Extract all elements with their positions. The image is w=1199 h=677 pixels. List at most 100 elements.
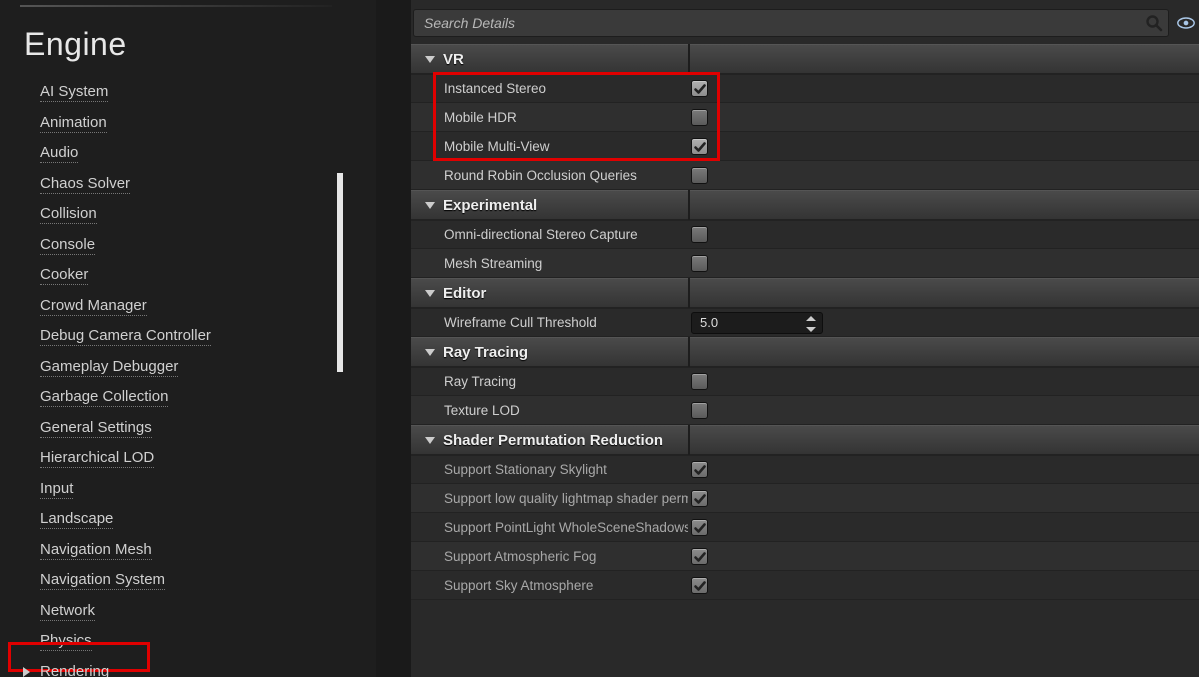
sidebar-item-audio[interactable]: Audio	[40, 138, 376, 169]
property-label: Mesh Streaming	[411, 256, 688, 271]
property-row: Support Atmospheric Fog	[411, 542, 1199, 571]
sections-scroll: VR Instanced Stereo Mobile HDR Mobile Multi…	[411, 44, 1199, 677]
section-header-editor[interactable]: Editor	[411, 278, 1199, 308]
section-header-vr[interactable]: VR	[411, 44, 1199, 74]
property-row: Wireframe Cull Threshold5.0	[411, 308, 1199, 337]
checkbox[interactable]	[691, 490, 708, 507]
sidebar-list: AI System Animation AudioChaos SolverColli…	[0, 77, 376, 671]
property-label: Support Atmospheric Fog	[411, 549, 688, 564]
sidebar-item-garbage-collection[interactable]: Garbage Collection	[40, 382, 376, 413]
property-value	[688, 138, 1199, 155]
sidebar-item-label: Physics	[40, 632, 92, 651]
checkbox[interactable]	[691, 519, 708, 536]
property-row: Ray Tracing	[411, 367, 1199, 396]
checkbox[interactable]	[691, 461, 708, 478]
sidebar-item-label: Rendering	[40, 663, 109, 677]
property-row: Support low quality lightmap shader perm…	[411, 484, 1199, 513]
property-label: Instanced Stereo	[411, 81, 688, 96]
property-value	[688, 461, 1199, 478]
sidebar-item-general-settings[interactable]: General Settings	[40, 413, 376, 444]
chevron-down-icon	[425, 56, 435, 63]
sidebar-item-ai-system[interactable]: AI System	[40, 77, 376, 108]
sidebar-item-label: Landscape	[40, 510, 113, 529]
section-title: VR	[443, 51, 464, 68]
spinner-arrows-icon[interactable]	[804, 315, 818, 333]
property-row: Support Stationary Skylight	[411, 455, 1199, 484]
sidebar-item-cooker[interactable]: Cooker	[40, 260, 376, 291]
sidebar-item-network[interactable]: Network	[40, 596, 376, 627]
sidebar-item-input[interactable]: Input	[40, 474, 376, 505]
number-input[interactable]: 5.0	[691, 312, 823, 334]
section-title: Editor	[443, 285, 486, 302]
checkbox[interactable]	[691, 402, 708, 419]
checkbox[interactable]	[691, 255, 708, 272]
sidebar-item-animation[interactable]: Animation	[40, 108, 376, 139]
property-row: Support Sky Atmosphere	[411, 571, 1199, 600]
property-label: Mobile Multi-View	[411, 139, 688, 154]
chevron-down-icon	[425, 437, 435, 444]
section-body: Instanced Stereo Mobile HDR Mobile Multi-V…	[411, 74, 1199, 190]
sidebar-item-label: Input	[40, 480, 73, 499]
property-label: Omni-directional Stereo Capture	[411, 227, 688, 242]
sidebar-item-navigation-mesh[interactable]: Navigation Mesh	[40, 535, 376, 566]
search-input[interactable]	[413, 9, 1169, 37]
property-label: Mobile HDR	[411, 110, 688, 125]
property-value: 5.0	[688, 312, 1199, 334]
section-header-ray-tracing[interactable]: Ray Tracing	[411, 337, 1199, 367]
sidebar-item-debug-camera-controller[interactable]: Debug Camera Controller	[40, 321, 376, 352]
checkbox[interactable]	[691, 167, 708, 184]
property-value	[688, 80, 1199, 97]
property-row: Instanced Stereo	[411, 74, 1199, 103]
property-value	[688, 226, 1199, 243]
property-value	[688, 255, 1199, 272]
checkbox[interactable]	[691, 109, 708, 126]
section-body: Support Stationary SkylightSupport low q…	[411, 455, 1199, 600]
sidebar-category-title: Engine	[0, 8, 376, 77]
sidebar-item-gameplay-debugger[interactable]: Gameplay Debugger	[40, 352, 376, 383]
property-label: Texture LOD	[411, 403, 688, 418]
property-value	[688, 402, 1199, 419]
property-label: Round Robin Occlusion Queries	[411, 168, 688, 183]
checkbox[interactable]	[691, 373, 708, 390]
property-label: Ray Tracing	[411, 374, 688, 389]
sidebar-divider	[20, 5, 332, 7]
property-value	[688, 109, 1199, 126]
sidebar-item-label: Console	[40, 236, 95, 255]
sidebar-item-label: Navigation System	[40, 571, 165, 590]
property-label: Wireframe Cull Threshold	[411, 315, 688, 330]
sidebar-item-label: Hierarchical LOD	[40, 449, 154, 468]
property-row: Support PointLight WholeSceneShadows	[411, 513, 1199, 542]
checkbox[interactable]	[691, 138, 708, 155]
sidebar-item-physics[interactable]: Physics	[40, 626, 376, 657]
section-body: Omni-directional Stereo Capture Mesh Stre…	[411, 220, 1199, 278]
sidebar-item-label: Network	[40, 602, 95, 621]
section-header-experimental[interactable]: Experimental	[411, 190, 1199, 220]
sidebar-scrollbar-thumb[interactable]	[337, 173, 343, 372]
sidebar-item-chaos-solver[interactable]: Chaos Solver	[40, 169, 376, 200]
checkbox[interactable]	[691, 226, 708, 243]
checkbox[interactable]	[691, 577, 708, 594]
sidebar-item-crowd-manager[interactable]: Crowd Manager	[40, 291, 376, 322]
checkbox[interactable]	[691, 548, 708, 565]
checkbox[interactable]	[691, 80, 708, 97]
sidebar-item-hierarchical-lod[interactable]: Hierarchical LOD	[40, 443, 376, 474]
sidebar-item-landscape[interactable]: Landscape	[40, 504, 376, 535]
sidebar: Engine AI System Animation AudioChaos Solv…	[0, 0, 376, 677]
property-row: Mobile HDR	[411, 103, 1199, 132]
sidebar-item-collision[interactable]: Collision	[40, 199, 376, 230]
property-value	[688, 577, 1199, 594]
panel-gap	[376, 0, 411, 677]
property-value	[688, 548, 1199, 565]
property-label: Support Sky Atmosphere	[411, 578, 688, 593]
property-row: Mesh Streaming	[411, 249, 1199, 278]
sidebar-item-label: Garbage Collection	[40, 388, 168, 407]
property-label: Support PointLight WholeSceneShadows	[411, 520, 688, 535]
details-panel: VR Instanced Stereo Mobile HDR Mobile Multi…	[411, 0, 1199, 677]
sidebar-item-rendering[interactable]: Rendering	[9, 657, 129, 677]
chevron-down-icon	[425, 349, 435, 356]
sidebar-item-label: Animation	[40, 114, 107, 133]
view-options-icon[interactable]	[1175, 12, 1197, 34]
section-header-shader-permutation-reduction[interactable]: Shader Permutation Reduction	[411, 425, 1199, 455]
sidebar-item-console[interactable]: Console	[40, 230, 376, 261]
sidebar-item-navigation-system[interactable]: Navigation System	[40, 565, 376, 596]
